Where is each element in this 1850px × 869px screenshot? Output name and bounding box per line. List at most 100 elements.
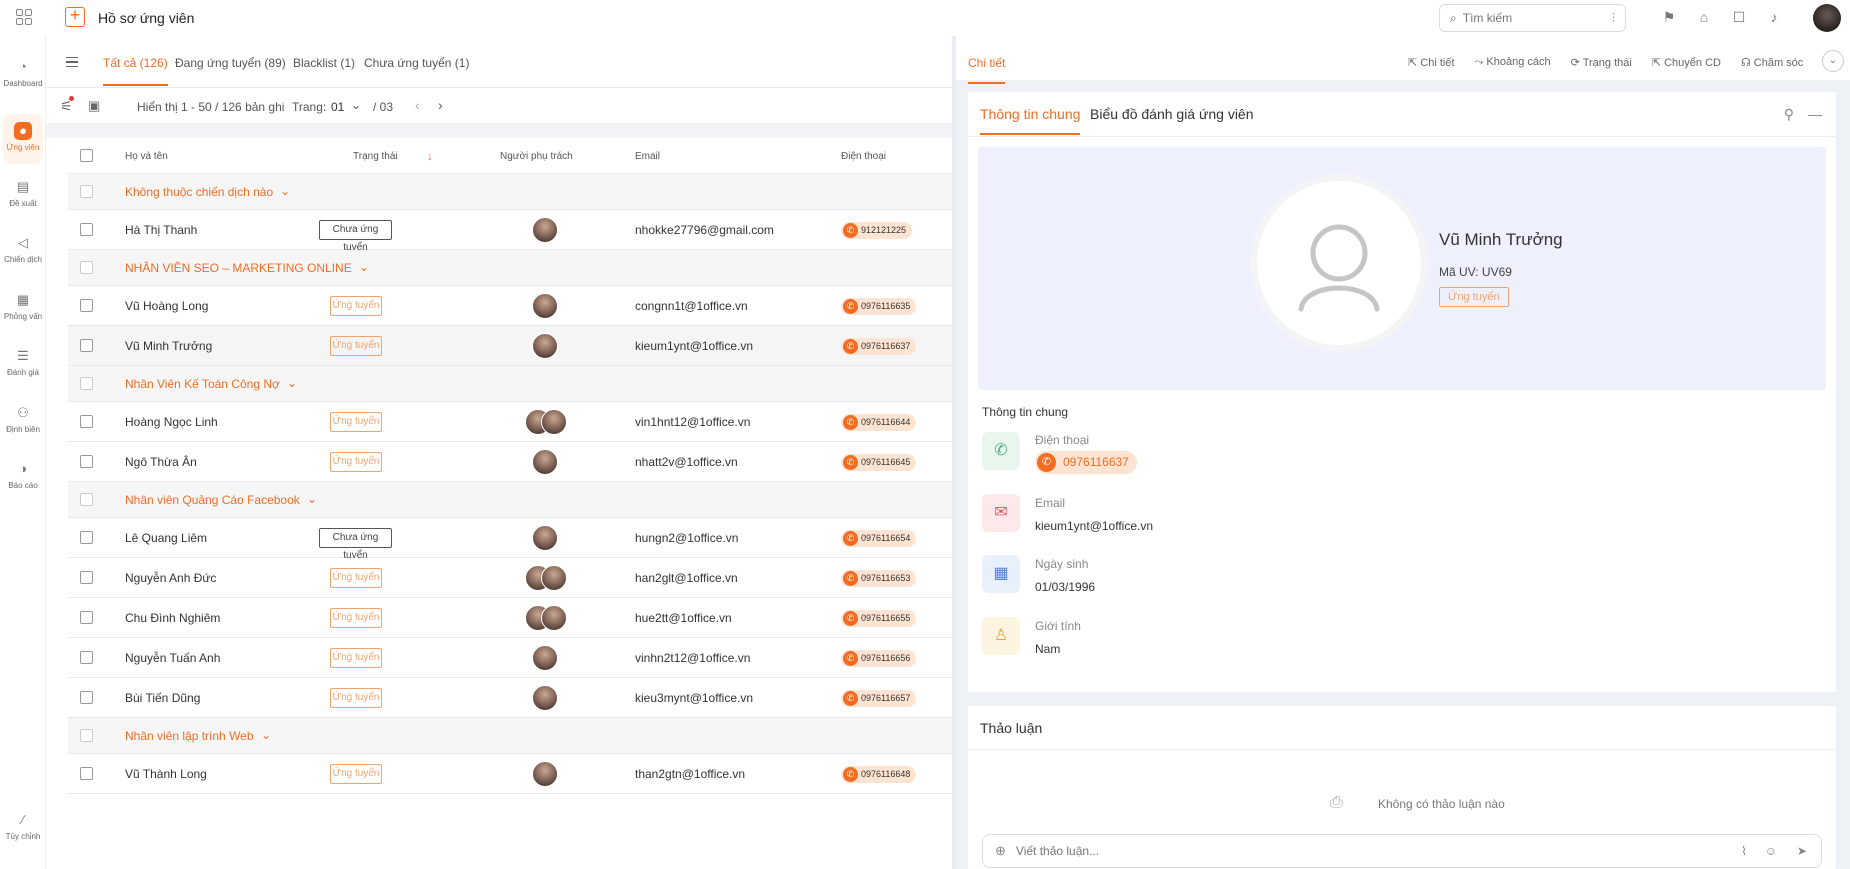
send-icon[interactable]: ➤: [1797, 844, 1807, 858]
phone-chip[interactable]: 0976116653: [841, 570, 917, 587]
chevron-down-icon[interactable]: ⌄: [261, 728, 271, 742]
tab-applying[interactable]: Đang ứng tuyển (89): [175, 56, 286, 70]
row-checkbox[interactable]: [80, 339, 93, 352]
row-checkbox[interactable]: [80, 651, 93, 664]
col-owner[interactable]: Người phụ trách: [500, 151, 573, 162]
minimize-icon[interactable]: —: [1808, 106, 1822, 123]
home-icon[interactable]: ⌂: [1695, 8, 1713, 26]
row-checkbox[interactable]: [80, 493, 93, 506]
page-select[interactable]: 01: [331, 100, 344, 114]
tab-blacklist[interactable]: Blacklist (1): [293, 56, 355, 70]
filter-sliders-icon[interactable]: ⫶: [1612, 11, 1615, 26]
row-checkbox[interactable]: [80, 729, 93, 742]
row-checkbox[interactable]: [80, 611, 93, 624]
add-candidate-button[interactable]: +: [65, 6, 85, 27]
row-checkbox[interactable]: [80, 415, 93, 428]
candidate-name[interactable]: Bùi Tiến Dũng: [125, 691, 200, 705]
nav-campaigns[interactable]: ◁ Chiến dịch: [0, 226, 46, 276]
group-label[interactable]: Không thuộc chiến dịch nào: [125, 185, 273, 199]
status-badge[interactable]: Ứng tuyển: [330, 336, 382, 356]
phone-chip[interactable]: 0976116654: [841, 530, 917, 547]
bookmark-icon[interactable]: ⚑: [1660, 8, 1678, 26]
nav-interviews[interactable]: ▦ Phỏng vấn: [0, 283, 46, 333]
candidate-name[interactable]: Chu Đình Nghiêm: [125, 611, 220, 625]
phone-chip[interactable]: 912121225: [841, 222, 913, 239]
candidate-name[interactable]: Nguyễn Tuấn Anh: [125, 651, 220, 665]
table-row[interactable]: Vũ Hoàng Long Ứng tuyển congnn1t@1office.v…: [68, 286, 952, 326]
row-checkbox[interactable]: [80, 223, 93, 236]
user-avatar[interactable]: [1813, 4, 1841, 32]
candidate-name[interactable]: Hoàng Ngọc Linh: [125, 415, 218, 429]
status-badge[interactable]: Ứng tuyển: [330, 452, 382, 472]
phone-chip[interactable]: 0976116644: [841, 414, 917, 431]
status-badge[interactable]: Ứng tuyển: [330, 568, 382, 588]
nav-proposals[interactable]: ▤ Đề xuất: [0, 170, 46, 220]
comment-box[interactable]: ⊕ ⌇ ☺ ➤: [982, 834, 1822, 868]
status-badge[interactable]: Chưa ứng tuyển: [319, 528, 392, 561]
group-row[interactable]: Không thuộc chiến dịch nào ⌄: [68, 174, 952, 210]
group-row[interactable]: Nhân viên Quảng Cáo Facebook ⌄: [68, 482, 952, 518]
group-row[interactable]: NHÂN VIÊN SEO – MARKETING ONLINE ⌄: [68, 250, 952, 286]
email-value[interactable]: kieum1ynt@1office.vn: [1035, 519, 1153, 533]
prev-page-icon[interactable]: ‹: [415, 97, 420, 113]
row-checkbox[interactable]: [80, 691, 93, 704]
status-badge[interactable]: Ứng tuyển: [330, 608, 382, 628]
nav-evaluations[interactable]: ☰ Đánh giá: [0, 339, 46, 389]
row-checkbox[interactable]: [80, 455, 93, 468]
phone-chip[interactable]: 0976116648: [841, 766, 917, 783]
search-input[interactable]: [1462, 11, 1583, 25]
tab-detail[interactable]: Chi tiết: [968, 56, 1006, 84]
row-checkbox[interactable]: [80, 261, 93, 274]
chevron-down-icon[interactable]: ⌄: [307, 492, 317, 506]
tab-all[interactable]: Tất cả (126): [103, 56, 168, 86]
phone-chip[interactable]: 0976116657: [841, 690, 917, 707]
chevron-down-icon[interactable]: ⌄: [287, 376, 297, 390]
phone-chip[interactable]: 0976116656: [841, 650, 917, 667]
col-phone[interactable]: Điện thoại: [841, 151, 886, 162]
emoji-icon[interactable]: ☺: [1765, 844, 1777, 858]
status-badge[interactable]: Ứng tuyển: [330, 412, 382, 432]
row-checkbox[interactable]: [80, 767, 93, 780]
table-row[interactable]: Lê Quang Liêm Chưa ứng tuyển hungn2@1offic…: [68, 518, 952, 561]
nav-reports[interactable]: ◑ Báo cáo: [0, 452, 46, 502]
row-checkbox[interactable]: [80, 571, 93, 584]
table-row[interactable]: Nguyễn Tuấn Anh Ứng tuyển vinhn2t12@1offic…: [68, 638, 952, 678]
bell-icon[interactable]: ♪: [1765, 8, 1783, 26]
phone-chip[interactable]: 0976116635: [841, 298, 917, 315]
upload-icon[interactable]: ⊕: [995, 843, 1006, 859]
tab-general-info[interactable]: Thông tin chung: [980, 106, 1081, 135]
phone-chip[interactable]: 0976116645: [841, 454, 917, 471]
row-checkbox[interactable]: [80, 299, 93, 312]
sort-arrow-icon[interactable]: ↓: [427, 149, 433, 163]
candidate-name[interactable]: Ngô Thừa Ân: [125, 455, 197, 469]
app-grid-icon[interactable]: [16, 9, 32, 25]
table-row[interactable]: Nguyễn Anh Đức Ứng tuyển han2glt@1office.v…: [68, 558, 952, 598]
table-row[interactable]: Vũ Thành Long Ứng tuyển than2gtn@1office.v…: [68, 754, 952, 794]
table-row[interactable]: Hoàng Ngọc Linh Ứng tuyển vin1hnt12@1offic…: [68, 402, 952, 442]
nav-candidates[interactable]: ● Ứng viên: [3, 114, 43, 164]
status-badge[interactable]: Ứng tuyển: [330, 296, 382, 316]
table-row[interactable]: Bùi Tiến Dũng Ứng tuyển kieu3mynt@1office.…: [68, 678, 952, 718]
group-label[interactable]: Nhân viên lập trình Web: [125, 729, 254, 743]
row-checkbox[interactable]: [80, 185, 93, 198]
action-distance[interactable]: ⤳ Khoảng cách: [1475, 56, 1551, 69]
action-transfer[interactable]: ⇱ Chuyển CD: [1652, 56, 1721, 69]
group-label[interactable]: Nhân viên Quảng Cáo Facebook: [125, 493, 300, 507]
chevron-down-icon[interactable]: ⌄: [280, 184, 290, 198]
search-box[interactable]: ⌕ ⫶: [1439, 4, 1626, 32]
group-label[interactable]: NHÂN VIÊN SEO – MARKETING ONLINE: [125, 261, 352, 275]
phone-chip[interactable]: 0976116637: [841, 338, 917, 355]
next-page-icon[interactable]: ›: [438, 97, 443, 113]
attach-icon[interactable]: ⌇: [1741, 844, 1747, 858]
candidate-name[interactable]: Vũ Thành Long: [125, 767, 207, 781]
group-label[interactable]: Nhân Viên Kế Toán Công Nợ: [125, 377, 280, 391]
table-row[interactable]: Ngô Thừa Ân Ứng tuyển nhatt2v@1office.vn 09…: [68, 442, 952, 482]
phone-chip[interactable]: 0976116655: [841, 610, 917, 627]
nav-customize[interactable]: ⁄ Tùy chỉnh: [0, 803, 46, 853]
group-row[interactable]: Nhân Viên Kế Toán Công Nợ ⌄: [68, 366, 952, 402]
table-row[interactable]: Chu Đình Nghiêm Ứng tuyển hue2tt@1office.v…: [68, 598, 952, 638]
action-care[interactable]: ☊ Chăm sóc: [1741, 56, 1803, 69]
table-row[interactable]: Hà Thị Thanh Chưa ứng tuyển nhokke27796@gm…: [68, 210, 952, 253]
candidate-name[interactable]: Vũ Minh Trưởng: [125, 339, 212, 353]
col-name[interactable]: Họ và tên: [125, 151, 168, 162]
